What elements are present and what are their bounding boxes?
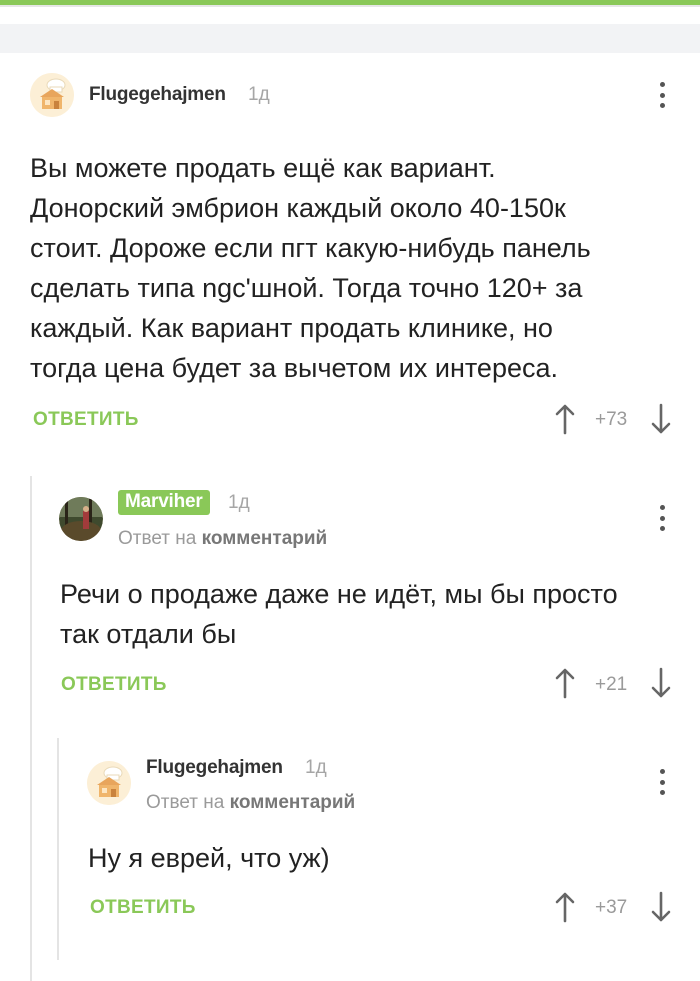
upvote-icon[interactable] (554, 891, 576, 923)
more-options-icon[interactable] (659, 505, 665, 531)
chef-hat-house-icon (87, 761, 131, 805)
upvote-icon[interactable] (554, 403, 576, 435)
reply-to-info: Ответ на комментарий (118, 528, 327, 550)
comment-time: 1д (305, 757, 327, 778)
upvote-icon[interactable] (554, 667, 576, 699)
comment-rating: +21 (595, 674, 628, 695)
comment-rating: +37 (595, 897, 628, 918)
chef-hat-house-icon (30, 73, 74, 117)
comment-text: Речи о продаже даже не идёт, мы бы прост… (60, 579, 618, 649)
reply-to-prefix: Ответ на (146, 792, 225, 813)
forest-photo-icon (59, 497, 103, 541)
avatar[interactable] (87, 761, 131, 805)
more-options-icon[interactable] (659, 769, 665, 795)
section-divider (0, 24, 700, 53)
reply-button[interactable]: ОТВЕТИТЬ (90, 897, 196, 919)
avatar[interactable] (59, 497, 103, 541)
comment-author[interactable]: Flugegehajmen (89, 84, 226, 106)
comment-author[interactable]: Flugegehajmen (146, 757, 283, 779)
thread-line (57, 738, 59, 960)
comment-text: Ну я еврей, что уж) (88, 843, 330, 873)
comment-time: 1д (248, 84, 270, 105)
more-options-icon[interactable] (659, 82, 665, 108)
thread-line (30, 476, 32, 981)
downvote-icon[interactable] (650, 891, 672, 923)
top-bar-shadow (0, 5, 700, 7)
reply-to-info: Ответ на комментарий (146, 792, 355, 814)
comment-text: Вы можете продать ещё как вариант. Донор… (30, 153, 591, 383)
downvote-icon[interactable] (650, 667, 672, 699)
reply-to-link[interactable]: комментарий (230, 792, 356, 813)
avatar[interactable] (30, 73, 74, 117)
reply-button[interactable]: ОТВЕТИТЬ (61, 674, 167, 696)
reply-to-link[interactable]: комментарий (202, 528, 328, 549)
reply-to-prefix: Ответ на (118, 528, 197, 549)
downvote-icon[interactable] (650, 403, 672, 435)
reply-button[interactable]: ОТВЕТИТЬ (33, 409, 139, 431)
comment-rating: +73 (595, 409, 628, 430)
comment-author[interactable]: Marviher (118, 490, 210, 515)
comment-time: 1д (228, 492, 250, 513)
